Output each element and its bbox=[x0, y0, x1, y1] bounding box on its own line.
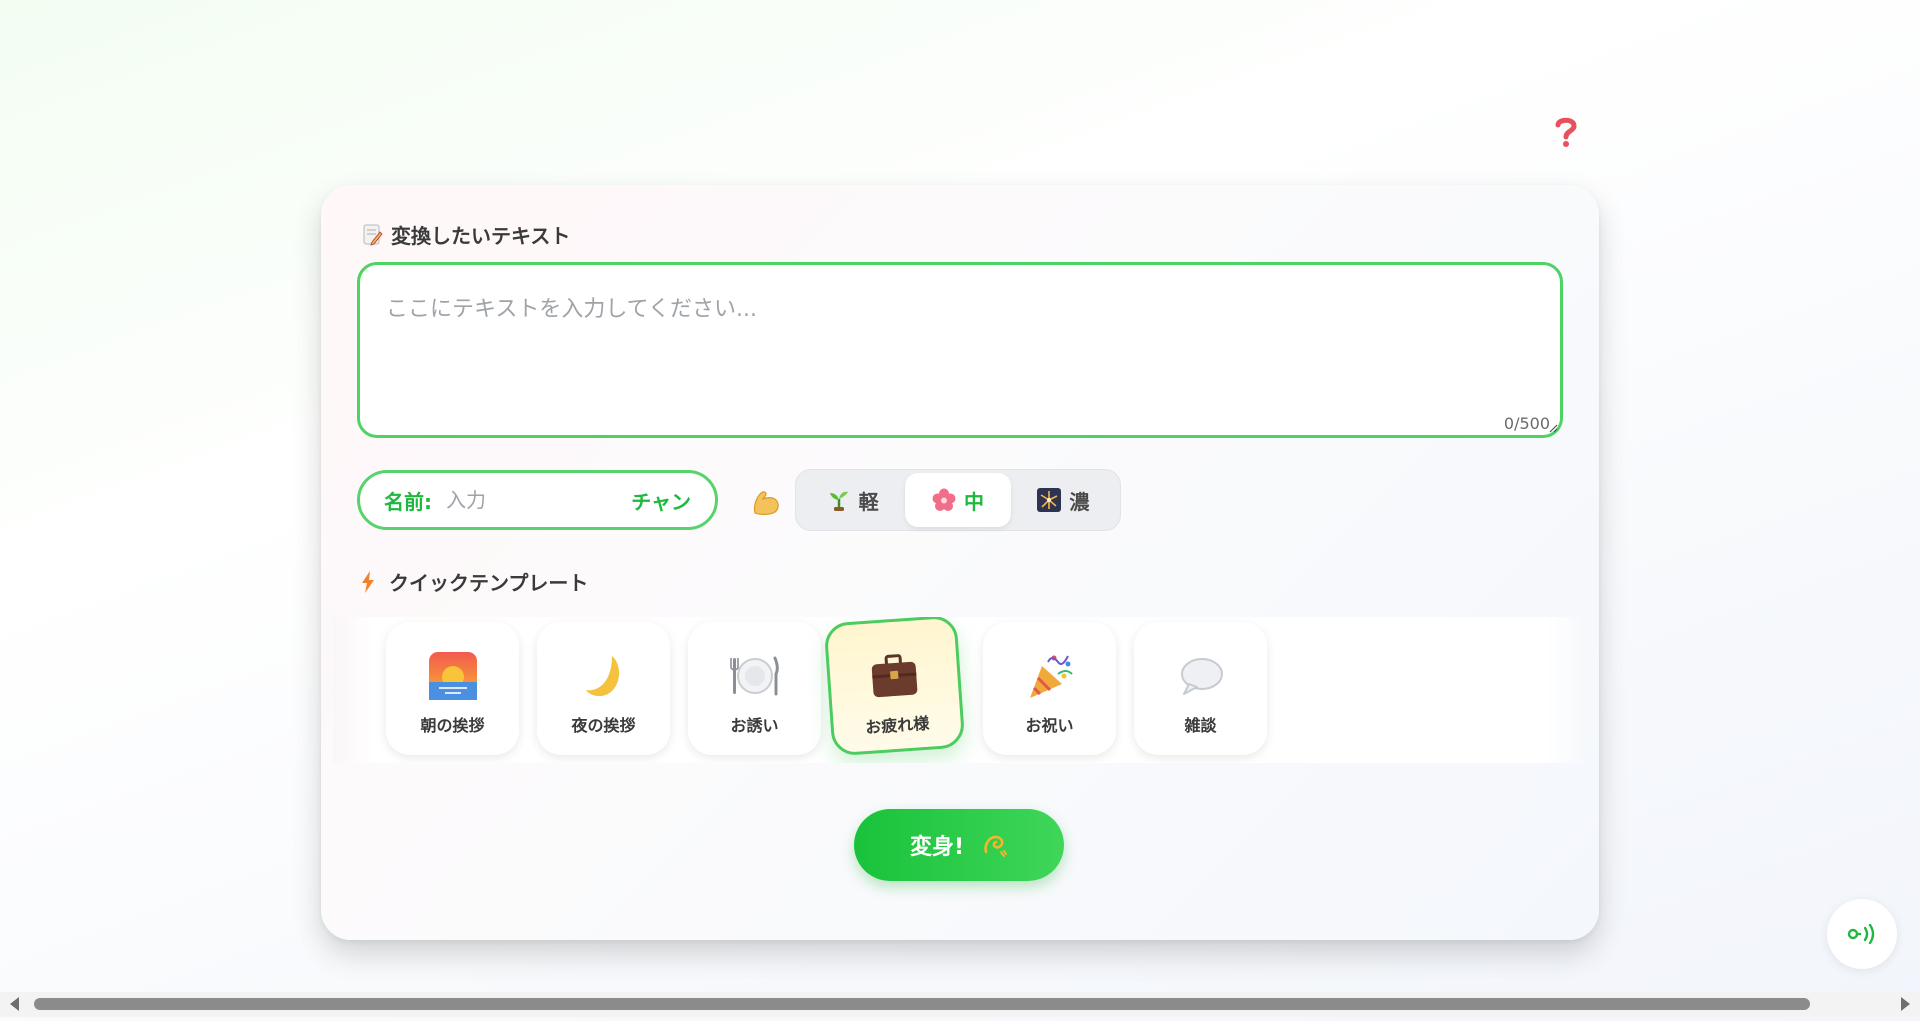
resize-handle-icon[interactable] bbox=[1548, 423, 1558, 433]
input-section-label: 変換したいテキスト bbox=[363, 220, 570, 249]
question-icon bbox=[1555, 117, 1577, 147]
name-label: 名前: bbox=[384, 489, 432, 514]
memo-icon bbox=[363, 224, 383, 246]
broadcast-button[interactable] bbox=[1827, 899, 1897, 969]
intensity-light[interactable]: 軽 bbox=[800, 473, 905, 527]
horizontal-scrollbar[interactable] bbox=[0, 992, 1920, 1017]
crescent-moon-icon bbox=[585, 656, 619, 697]
transform-button[interactable]: 変身! bbox=[854, 809, 1064, 881]
templates-section-label: クイックテンプレート bbox=[361, 567, 588, 596]
converter-card: 変換したいテキスト 0/500 名前: チャン 軽 bbox=[321, 185, 1599, 940]
name-suffix: チャン bbox=[631, 489, 691, 514]
template-night-greeting[interactable]: 夜の挨拶 bbox=[537, 622, 670, 755]
intensity-light-label: 軽 bbox=[858, 489, 879, 514]
intensity-medium-label: 中 bbox=[963, 489, 984, 514]
intensity-selector: 軽 中 濃 bbox=[795, 469, 1121, 531]
intensity-strong-label: 濃 bbox=[1069, 489, 1090, 514]
broadcast-icon bbox=[1847, 924, 1875, 944]
name-input[interactable] bbox=[444, 487, 598, 513]
sunrise-icon bbox=[428, 652, 477, 700]
scroll-right-arrow-icon[interactable] bbox=[1901, 997, 1910, 1011]
template-label: お祝い bbox=[1025, 716, 1074, 735]
party-popper-icon bbox=[1029, 655, 1073, 698]
name-field: 名前: チャン bbox=[357, 470, 718, 530]
seedling-icon bbox=[829, 491, 848, 511]
cherry-blossom-icon bbox=[932, 488, 956, 511]
template-celebration[interactable]: お祝い bbox=[983, 622, 1116, 755]
scroll-left-arrow-icon[interactable] bbox=[10, 997, 19, 1011]
text-input[interactable] bbox=[360, 265, 1560, 435]
template-label: お疲れ様 bbox=[864, 713, 930, 738]
input-section-title: 変換したいテキスト bbox=[391, 224, 571, 248]
template-label: 夜の挨拶 bbox=[571, 716, 636, 735]
template-label: 朝の挨拶 bbox=[420, 716, 485, 735]
template-invitation[interactable]: お誘い bbox=[688, 622, 821, 755]
template-label: お誘い bbox=[730, 716, 779, 735]
briefcase-icon bbox=[871, 654, 917, 698]
template-good-work[interactable]: お疲れ様 bbox=[823, 617, 966, 757]
intensity-medium[interactable]: 中 bbox=[905, 473, 1011, 527]
char-count: 0/500 bbox=[1503, 414, 1550, 433]
lightning-icon bbox=[362, 570, 374, 593]
plate-cutlery-icon bbox=[729, 656, 779, 696]
carousel-fade-right bbox=[1547, 617, 1587, 763]
template-small-talk[interactable]: 雑談 bbox=[1134, 622, 1267, 755]
text-input-box: 0/500 bbox=[357, 262, 1563, 438]
intensity-strong[interactable]: 濃 bbox=[1011, 473, 1116, 527]
dizzy-icon bbox=[984, 835, 1008, 857]
template-carousel: 朝の挨拶 夜の挨拶 お誘い お疲れ様 お祝い 雑談 bbox=[333, 617, 1587, 763]
flexed-biceps-icon bbox=[753, 491, 779, 515]
templates-title: クイックテンプレート bbox=[389, 571, 589, 595]
scrollbar-thumb[interactable] bbox=[34, 998, 1810, 1010]
transform-button-label: 変身! bbox=[909, 835, 965, 860]
carousel-fade-left bbox=[333, 617, 373, 763]
help-button[interactable] bbox=[1548, 112, 1584, 152]
fireworks-icon bbox=[1037, 488, 1062, 512]
template-morning-greeting[interactable]: 朝の挨拶 bbox=[386, 622, 519, 755]
speech-bubble-icon bbox=[1180, 658, 1223, 695]
template-label: 雑談 bbox=[1184, 716, 1217, 735]
